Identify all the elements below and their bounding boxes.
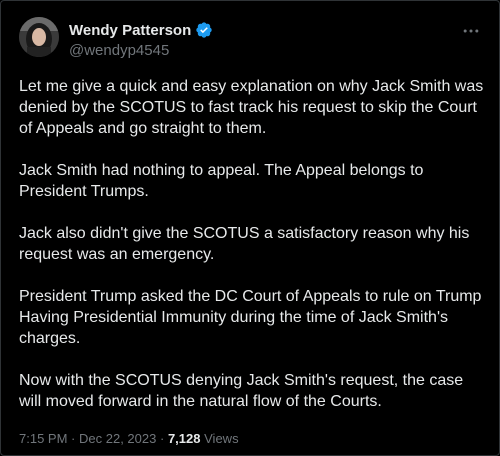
tweet-paragraph: Jack Smith had nothing to appeal. The Ap… xyxy=(19,162,424,200)
avatar-image xyxy=(19,17,59,57)
tweet-date[interactable]: Dec 22, 2023 xyxy=(79,431,156,446)
views-count: 7,128 xyxy=(167,431,201,446)
tweet-paragraph: Jack also didn't give the SCOTUS a satis… xyxy=(19,225,470,263)
tweet-meta: 7:15 PM · Dec 22, 2023 · 7,128 Views xyxy=(19,431,239,446)
more-horizontal-icon[interactable] xyxy=(459,19,483,43)
tweet-paragraph: President Trump asked the DC Court of Ap… xyxy=(19,288,482,347)
meta-separator: · xyxy=(159,431,165,446)
tweet-paragraph: Now with the SCOTUS denying Jack Smith's… xyxy=(19,372,464,410)
author-names: Wendy Patterson @wendyp4545 xyxy=(69,20,213,59)
verified-badge-icon xyxy=(195,21,213,39)
tweet-card: Wendy Patterson @wendyp4545 Let me give … xyxy=(0,0,500,456)
avatar[interactable] xyxy=(19,17,59,57)
tweet-paragraph: Let me give a quick and easy explanation… xyxy=(19,78,484,137)
tweet-time[interactable]: 7:15 PM xyxy=(19,431,67,446)
meta-separator: · xyxy=(71,431,76,446)
tweet-header: Wendy Patterson @wendyp4545 xyxy=(19,17,483,61)
author-handle[interactable]: @wendyp4545 xyxy=(69,42,213,59)
tweet-text: Let me give a quick and easy explanation… xyxy=(19,76,489,433)
views-label: Views xyxy=(204,431,239,446)
author-display-name[interactable]: Wendy Patterson xyxy=(69,22,191,39)
